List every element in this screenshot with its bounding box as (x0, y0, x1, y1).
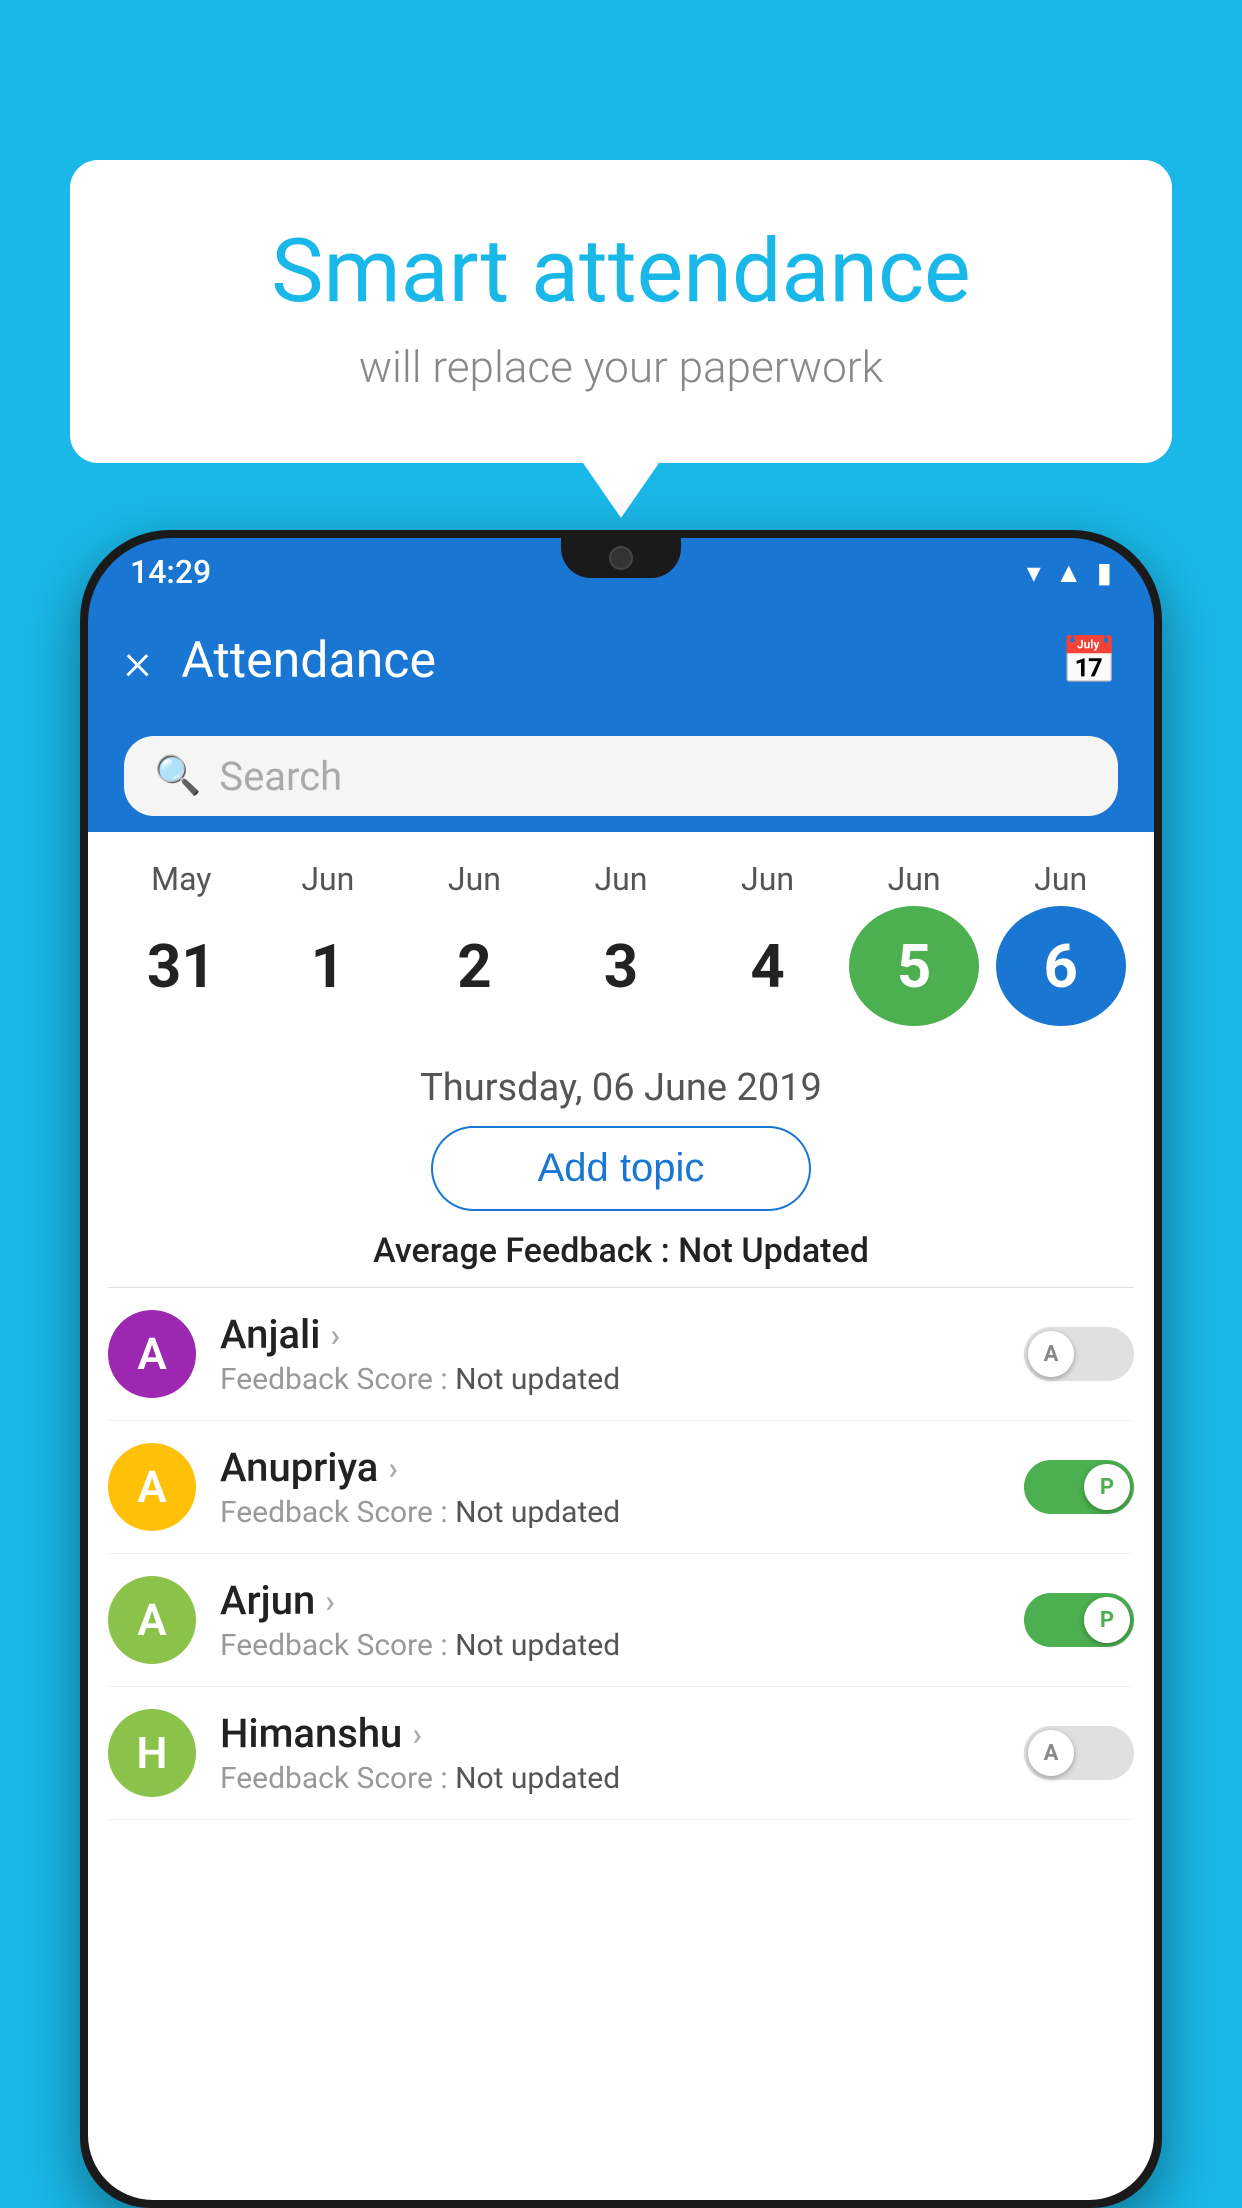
bubble-subtitle: will replace your paperwork (150, 341, 1092, 393)
student-info-anupriya: Anupriya › Feedback Score : Not updated (220, 1444, 1024, 1530)
calendar-icon[interactable]: 📅 (1061, 634, 1118, 688)
student-row-himanshu: H Himanshu › Feedback Score : Not update… (108, 1687, 1134, 1820)
phone-frame: 14:29 ▾ ▲ ▮ × Attendance 📅 🔍 Search (80, 530, 1162, 2208)
search-container: 🔍 Search (88, 716, 1154, 832)
month-jun-6: Jun (996, 860, 1126, 898)
date-label: Thursday, 06 June 2019 (88, 1046, 1154, 1126)
toggle-knob-anupriya: P (1084, 1464, 1130, 1510)
phone-inner: 14:29 ▾ ▲ ▮ × Attendance 📅 🔍 Search (88, 538, 1154, 2200)
student-feedback-himanshu: Feedback Score : Not updated (220, 1761, 1024, 1796)
speech-bubble-container: Smart attendance will replace your paper… (70, 160, 1172, 463)
toggle-anjali[interactable]: A (1024, 1327, 1134, 1381)
toggle-knob-himanshu: A (1028, 1730, 1074, 1776)
avatar-anjali: A (108, 1310, 196, 1398)
status-icons: ▾ ▲ ▮ (1027, 556, 1112, 589)
date-4[interactable]: 4 (703, 906, 833, 1026)
month-row: May Jun Jun Jun Jun Jun Jun (108, 860, 1134, 898)
battery-icon: ▮ (1097, 556, 1112, 589)
date-2[interactable]: 2 (409, 906, 539, 1026)
phone-screen: 🔍 Search May Jun Jun Jun Jun Jun Jun 31 … (88, 716, 1154, 2200)
toggle-knob-arjun: P (1084, 1597, 1130, 1643)
student-info-anjali: Anjali › Feedback Score : Not updated (220, 1311, 1024, 1397)
notch-camera (609, 546, 633, 570)
toggle-arjun[interactable]: P (1024, 1593, 1134, 1647)
notch (561, 538, 681, 578)
date-6-selected[interactable]: 6 (996, 906, 1126, 1026)
month-jun-4: Jun (703, 860, 833, 898)
student-name-arjun[interactable]: Arjun › (220, 1577, 1024, 1624)
signal-icon: ▲ (1055, 556, 1083, 589)
student-row-arjun: A Arjun › Feedback Score : Not updated P (108, 1554, 1134, 1687)
close-button[interactable]: × (124, 631, 151, 692)
student-row-anupriya: A Anupriya › Feedback Score : Not update… (108, 1421, 1134, 1554)
chevron-anupriya: › (388, 1449, 398, 1487)
chevron-himanshu: › (412, 1715, 422, 1753)
add-topic-button[interactable]: Add topic (431, 1126, 811, 1211)
toggle-anupriya[interactable]: P (1024, 1460, 1134, 1514)
date-31[interactable]: 31 (116, 906, 246, 1026)
avatar-arjun: A (108, 1576, 196, 1664)
month-jun-5: Jun (849, 860, 979, 898)
wifi-icon: ▾ (1027, 556, 1041, 589)
bubble-title: Smart attendance (150, 220, 1092, 323)
search-icon: 🔍 (154, 754, 201, 798)
search-placeholder: Search (219, 753, 342, 800)
chevron-arjun: › (325, 1582, 335, 1620)
student-info-arjun: Arjun › Feedback Score : Not updated (220, 1577, 1024, 1663)
status-time: 14:29 (130, 553, 211, 591)
avg-feedback-value: Not Updated (678, 1231, 869, 1271)
search-bar[interactable]: 🔍 Search (124, 736, 1118, 816)
student-name-anupriya[interactable]: Anupriya › (220, 1444, 1024, 1491)
student-info-himanshu: Himanshu › Feedback Score : Not updated (220, 1710, 1024, 1796)
student-list: A Anjali › Feedback Score : Not updated … (88, 1288, 1154, 1820)
calendar-section: May Jun Jun Jun Jun Jun Jun 31 1 2 3 4 5… (88, 832, 1154, 1046)
avatar-himanshu: H (108, 1709, 196, 1797)
month-jun-2: Jun (409, 860, 539, 898)
app-bar-title: Attendance (181, 632, 1060, 690)
student-feedback-anupriya: Feedback Score : Not updated (220, 1495, 1024, 1530)
month-jun-3: Jun (556, 860, 686, 898)
date-1[interactable]: 1 (263, 906, 393, 1026)
avg-feedback-label: Average Feedback : (373, 1231, 670, 1271)
avg-feedback: Average Feedback : Not Updated (88, 1231, 1154, 1287)
student-feedback-anjali: Feedback Score : Not updated (220, 1362, 1024, 1397)
month-jun-1: Jun (263, 860, 393, 898)
month-may: May (116, 860, 246, 898)
date-5-today[interactable]: 5 (849, 906, 979, 1026)
speech-bubble: Smart attendance will replace your paper… (70, 160, 1172, 463)
toggle-himanshu[interactable]: A (1024, 1726, 1134, 1780)
student-name-himanshu[interactable]: Himanshu › (220, 1710, 1024, 1757)
toggle-knob-anjali: A (1028, 1331, 1074, 1377)
student-row-anjali: A Anjali › Feedback Score : Not updated … (108, 1288, 1134, 1421)
student-feedback-arjun: Feedback Score : Not updated (220, 1628, 1024, 1663)
date-row: 31 1 2 3 4 5 6 (108, 906, 1134, 1026)
avatar-anupriya: A (108, 1443, 196, 1531)
date-3[interactable]: 3 (556, 906, 686, 1026)
app-bar: × Attendance 📅 (88, 606, 1154, 716)
student-name-anjali[interactable]: Anjali › (220, 1311, 1024, 1358)
chevron-anjali: › (330, 1316, 340, 1354)
